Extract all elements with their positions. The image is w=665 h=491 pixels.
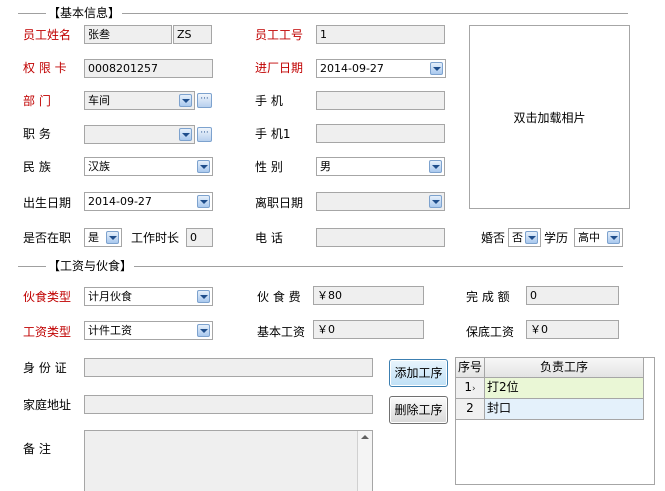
- mobile1-field[interactable]: [316, 124, 445, 143]
- gender-label: 性 别: [255, 160, 283, 174]
- gender-dropdown-icon[interactable]: [429, 160, 442, 173]
- work-hours-field[interactable]: 0: [186, 228, 213, 247]
- department-label: 部 门: [23, 94, 51, 108]
- add-process-button[interactable]: 添加工序: [389, 359, 448, 387]
- employee-number-field[interactable]: 1: [316, 25, 445, 44]
- remark-textarea[interactable]: [84, 430, 373, 491]
- meal-type-label: 伙食类型: [23, 290, 72, 304]
- position-dropdown-icon[interactable]: [179, 128, 192, 141]
- id-card-field[interactable]: [84, 358, 373, 377]
- phone-field[interactable]: [316, 228, 445, 247]
- join-date-value: 2014-09-27: [320, 62, 384, 75]
- scroll-up-icon[interactable]: [361, 435, 369, 439]
- on-job-dropdown-icon[interactable]: [106, 231, 119, 244]
- phone-label: 电 话: [255, 231, 283, 245]
- education-label: 学历: [544, 231, 569, 245]
- minimum-wage-label: 保底工资: [466, 325, 515, 339]
- birth-date-picker[interactable]: 2014-09-27: [84, 192, 213, 211]
- join-date-picker[interactable]: 2014-09-27: [316, 59, 446, 78]
- leave-date-dropdown-icon[interactable]: [429, 195, 442, 208]
- work-hours-label: 工作时长: [131, 231, 180, 245]
- process-row-1-seq-text: 1: [464, 380, 473, 394]
- mobile-field[interactable]: [316, 91, 445, 110]
- photo-area[interactable]: 双击加载相片: [469, 25, 630, 209]
- join-date-dropdown-icon[interactable]: [430, 62, 443, 75]
- marital-select[interactable]: 否: [508, 228, 541, 247]
- education-dropdown-icon[interactable]: [607, 231, 620, 244]
- mobile-label: 手 机: [255, 94, 283, 108]
- employee-number-label: 员工工号: [255, 28, 304, 42]
- process-row-2-name[interactable]: 封口: [485, 399, 644, 420]
- minimum-wage-field[interactable]: ￥0: [526, 320, 619, 339]
- process-row-1-name[interactable]: 打2位: [485, 378, 644, 399]
- ethnicity-value: 汉族: [88, 160, 110, 173]
- meal-fee-field[interactable]: ￥80: [313, 286, 424, 305]
- ethnicity-select[interactable]: 汉族: [84, 157, 213, 176]
- process-grid-header-name[interactable]: 负责工序: [485, 358, 644, 378]
- position-more-icon[interactable]: ···: [197, 127, 212, 142]
- delete-process-button[interactable]: 删除工序: [389, 396, 448, 424]
- remark-label: 备 注: [23, 442, 51, 456]
- employee-name-label: 员工姓名: [23, 28, 72, 42]
- home-address-label: 家庭地址: [23, 398, 72, 412]
- meal-type-select[interactable]: 计月伙食: [84, 287, 213, 306]
- department-dropdown-icon[interactable]: [179, 94, 192, 107]
- wage-type-dropdown-icon[interactable]: [197, 324, 210, 337]
- base-wage-field[interactable]: ￥0: [313, 320, 424, 339]
- access-card-label: 权 限 卡: [23, 61, 67, 75]
- process-row-2-seq[interactable]: 2: [456, 399, 485, 420]
- leave-date-picker[interactable]: [316, 192, 445, 211]
- birth-date-value: 2014-09-27: [88, 195, 152, 208]
- position-select[interactable]: [84, 125, 195, 144]
- wage-type-label: 工资类型: [23, 325, 72, 339]
- wage-type-select[interactable]: 计件工资: [84, 321, 213, 340]
- employee-name-field[interactable]: 张叁: [84, 25, 172, 44]
- birth-date-dropdown-icon[interactable]: [197, 195, 210, 208]
- on-job-value: 是: [88, 231, 99, 244]
- ethnicity-dropdown-icon[interactable]: [197, 160, 210, 173]
- on-job-select[interactable]: 是: [84, 228, 122, 247]
- birth-date-label: 出生日期: [23, 196, 72, 210]
- employee-name-code-field[interactable]: ZS: [173, 25, 212, 44]
- wage-type-value: 计件工资: [88, 324, 132, 337]
- meal-fee-label: 伙 食 费: [257, 290, 301, 304]
- completed-amount-field[interactable]: 0: [526, 286, 619, 305]
- department-value: 车间: [88, 94, 110, 107]
- current-row-arrow-icon: ›: [472, 384, 476, 394]
- meal-type-value: 计月伙食: [88, 290, 132, 303]
- photo-hint: 双击加载相片: [513, 110, 586, 125]
- gender-value: 男: [320, 160, 331, 173]
- join-date-label: 进厂日期: [255, 61, 304, 75]
- access-card-field[interactable]: 0008201257: [84, 59, 213, 78]
- marital-label: 婚否: [481, 231, 506, 245]
- leave-date-label: 离职日期: [255, 196, 304, 210]
- process-row-1-seq[interactable]: 1›: [456, 378, 485, 399]
- on-job-label: 是否在职: [23, 231, 72, 245]
- education-select[interactable]: 高中: [574, 228, 623, 247]
- id-card-label: 身 份 证: [23, 361, 67, 375]
- basic-section-title: 【基本信息】: [46, 6, 123, 20]
- ethnicity-label: 民 族: [23, 160, 51, 174]
- marital-value: 否: [512, 231, 523, 244]
- meal-type-dropdown-icon[interactable]: [197, 290, 210, 303]
- process-grid-header-seq[interactable]: 序号: [456, 358, 485, 378]
- remark-scrollbar[interactable]: [357, 431, 372, 491]
- base-wage-label: 基本工资: [257, 325, 306, 339]
- mobile1-label: 手 机1: [255, 127, 291, 141]
- department-more-icon[interactable]: ···: [197, 93, 212, 108]
- wage-section-title: 【工资与伙食】: [46, 259, 135, 273]
- education-value: 高中: [578, 231, 600, 244]
- department-select[interactable]: 车间: [84, 91, 195, 110]
- marital-dropdown-icon[interactable]: [525, 231, 538, 244]
- completed-amount-label: 完 成 额: [466, 290, 510, 304]
- process-grid[interactable]: 序号 负责工序 1› 打2位 2 封口: [455, 357, 655, 485]
- home-address-field[interactable]: [84, 395, 373, 414]
- gender-select[interactable]: 男: [316, 157, 445, 176]
- position-label: 职 务: [23, 127, 51, 141]
